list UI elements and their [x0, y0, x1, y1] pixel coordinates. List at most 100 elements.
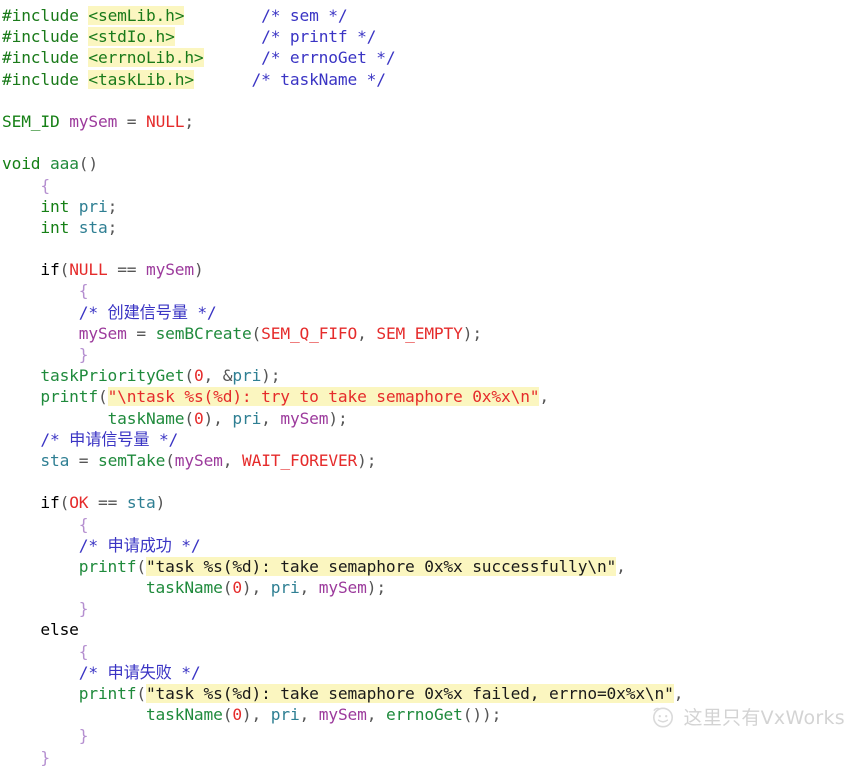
token-type-semid: SEM_ID [2, 111, 60, 131]
token-comma: , [222, 450, 233, 470]
token-semicolon: ; [491, 705, 502, 725]
token-brace-open: { [78, 641, 89, 661]
token-string-try-take: "\ntask %s(%d): try to take semaphore 0x… [107, 387, 540, 407]
token-var-pri: pri [270, 705, 300, 725]
token-paren-close: ) [481, 705, 492, 725]
token-var-sta: sta [40, 450, 70, 470]
token-paren-close: ) [194, 260, 204, 280]
token-comment-sem: /* sem */ [261, 6, 348, 25]
token-num-zero: 0 [193, 408, 204, 428]
code-line: #include <errnoLib.h> /* errnoGet */ [0, 47, 853, 68]
token-func-aaa: aaa [50, 154, 79, 174]
token-var-pri: pri [78, 196, 108, 216]
token-brace-close: } [78, 726, 89, 746]
code-line: taskName(0), pri, mySem); [0, 577, 853, 598]
token-paren-open: ( [59, 260, 70, 280]
token-brace-close: } [40, 747, 50, 767]
code-line: if(NULL == mySem) [0, 259, 853, 280]
token-comma: , [357, 323, 367, 343]
token-brace-open: { [40, 175, 50, 195]
token-var-mysem: mySem [174, 450, 223, 470]
code-line: { [0, 514, 853, 535]
token-paren-close: ) [357, 450, 367, 470]
token-num-zero: 0 [232, 705, 242, 725]
token-var-mysem: mySem [78, 323, 127, 343]
token-var-mysem: mySem [146, 260, 194, 280]
code-line: #include <semLib.h> /* sem */ [0, 5, 853, 26]
token-paren-open: ( [78, 154, 89, 174]
token-header-tasklib: <taskLib.h> [88, 69, 194, 89]
token-comma: , [299, 578, 310, 598]
code-line: void aaa() [0, 153, 853, 174]
token-func-printf: printf [78, 684, 137, 703]
token-semicolon: ; [376, 578, 386, 598]
token-keyword-else: else [40, 620, 79, 640]
token-keyword-if: if [40, 493, 60, 513]
code-line: taskPriorityGet(0, &pri); [0, 365, 853, 386]
token-func-taskname: taskName [145, 578, 223, 598]
token-comma: , [251, 705, 262, 725]
token-var-mysem: mySem [69, 111, 118, 131]
token-comma: , [261, 408, 271, 428]
code-editor-viewport[interactable]: #include <semLib.h> /* sem */ #include <… [0, 0, 853, 768]
token-paren-open: ( [165, 450, 175, 470]
code-line: int sta; [0, 217, 853, 238]
token-func-taskpriorityget: taskPriorityGet [40, 366, 185, 386]
code-line: /* 申请信号量 */ [0, 429, 853, 450]
token-num-zero: 0 [232, 578, 242, 598]
token-const-null: NULL [146, 111, 185, 131]
code-line: /* 创建信号量 */ [0, 302, 853, 323]
token-brace-close: } [78, 599, 89, 619]
token-paren-open: ( [136, 556, 146, 576]
token-semicolon: ; [107, 196, 118, 216]
code-line: printf("task %s(%d): take semaphore 0x%x… [0, 556, 853, 577]
token-include-directive: #include [2, 27, 79, 47]
token-paren-close: ) [241, 578, 252, 598]
token-header-errnolib: <errnoLib.h> [88, 48, 204, 68]
token-paren-close: ) [241, 705, 252, 725]
code-line: mySem = semBCreate(SEM_Q_FIFO, SEM_EMPTY… [0, 323, 853, 344]
token-paren-close: ) [462, 323, 473, 343]
token-paren-close: ) [328, 408, 338, 428]
token-type-int: int [40, 217, 70, 237]
code-line: } [0, 747, 853, 768]
code-line: taskName(0), pri, mySem, errnoGet()); [0, 704, 853, 725]
token-comment-request-sem: /* 申请信号量 */ [40, 429, 179, 449]
token-comment-request-ok: /* 申请成功 */ [78, 535, 201, 555]
code-line: /* 申请失败 */ [0, 662, 853, 683]
token-comment-taskname: /* taskName */ [251, 69, 386, 89]
token-func-errnoget: errnoGet [385, 705, 463, 725]
code-line: taskName(0), pri, mySem); [0, 408, 853, 429]
token-semicolon: ; [472, 323, 482, 343]
token-paren-open: ( [97, 387, 108, 407]
token-brace-close: } [78, 345, 89, 364]
token-paren-open: ( [136, 684, 146, 703]
token-func-taskname: taskName [107, 408, 185, 428]
token-paren-open: ( [59, 493, 70, 513]
token-const-ok: OK [69, 493, 89, 513]
token-comment-errnoget: /* errnoGet */ [261, 48, 396, 68]
token-semicolon: ; [107, 217, 118, 237]
token-type-void: void [2, 154, 41, 174]
code-line: printf("task %s(%d): take semaphore 0x%x… [0, 683, 853, 704]
token-comma: , [213, 408, 223, 428]
token-comma: , [203, 366, 214, 386]
token-semicolon: ; [337, 408, 348, 428]
token-paren-close: ) [261, 366, 271, 386]
token-brace-open: { [78, 514, 89, 534]
code-line: /* 申请成功 */ [0, 535, 853, 556]
token-assign: = [78, 450, 89, 470]
code-line: #include <taskLib.h> /* taskName */ [0, 69, 853, 90]
token-string-take-success: "task %s(%d): take semaphore 0x%x succes… [145, 556, 617, 576]
token-comma: , [299, 705, 310, 725]
token-semicolon: ; [184, 111, 194, 131]
code-line: { [0, 175, 853, 196]
token-string-take-failed: "task %s(%d): take semaphore 0x%x failed… [145, 684, 674, 703]
code-line: } [0, 725, 853, 746]
token-paren-open: ( [251, 323, 262, 343]
token-paren-open: ( [184, 408, 194, 428]
code-line: { [0, 280, 853, 301]
token-var-sta: sta [78, 217, 108, 237]
token-var-mysem: mySem [318, 705, 367, 725]
token-comment-create-sem: /* 创建信号量 */ [78, 302, 217, 322]
